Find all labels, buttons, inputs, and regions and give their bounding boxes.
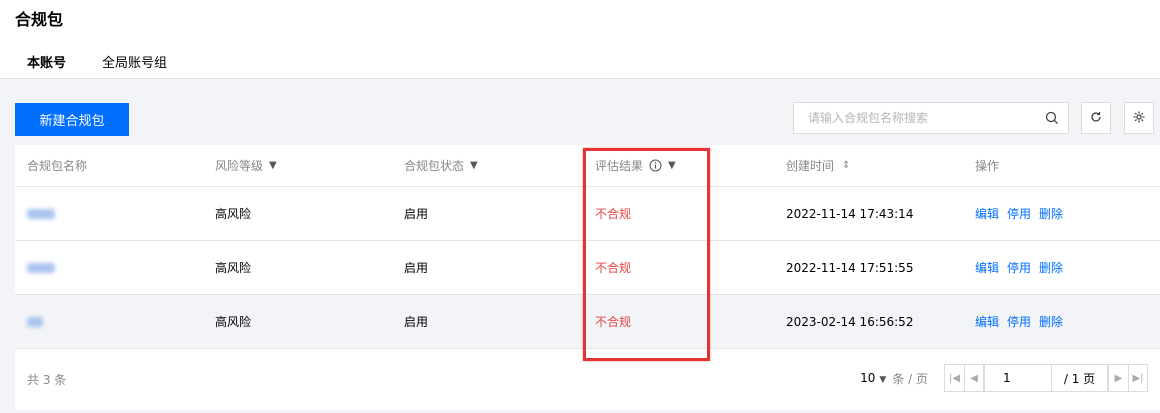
- filter-icon[interactable]: ▼: [269, 160, 277, 171]
- table-row: 高风险 启用 不合规 2022-11-14 17:43:14 编辑 停用 删除: [15, 187, 1160, 241]
- table-row: 高风险 启用 不合规 2023-02-14 16:56:52 编辑 停用 删除: [15, 295, 1160, 349]
- chevron-down-icon: ▼: [879, 375, 887, 385]
- delete-link[interactable]: 删除: [1039, 259, 1063, 276]
- risk-level: 高风险: [215, 207, 252, 221]
- page-size-select[interactable]: 10 ▼: [860, 371, 886, 385]
- refresh-icon: [1089, 110, 1103, 127]
- evaluation-result: 不合规: [595, 261, 632, 275]
- next-page-button[interactable]: ▶: [1108, 364, 1128, 392]
- total-count: 共 3 条: [27, 372, 67, 387]
- column-header-name: 合规包名称: [27, 159, 88, 173]
- sort-icon[interactable]: ⇕: [842, 160, 850, 171]
- package-name-link[interactable]: [27, 262, 55, 273]
- package-status: 启用: [404, 207, 429, 221]
- edit-link[interactable]: 编辑: [975, 259, 999, 276]
- disable-link[interactable]: 停用: [1007, 205, 1031, 222]
- column-header-actions: 操作: [975, 159, 1000, 173]
- compliance-package-table: 合规包名称 风险等级 ▼ 合规包状态 ▼ 评估结果 ▼ 创建时间 ⇕ 操作 高风险 启…: [15, 145, 1160, 410]
- page-title: 合规包: [15, 10, 64, 29]
- refresh-button[interactable]: [1081, 102, 1111, 134]
- risk-level: 高风险: [215, 261, 252, 275]
- first-page-button[interactable]: |◀: [944, 364, 964, 392]
- column-header-risk: 风险等级 ▼: [215, 159, 277, 173]
- edit-link[interactable]: 编辑: [975, 313, 999, 330]
- prev-page-button[interactable]: ◀: [964, 364, 984, 392]
- search-box: [793, 102, 1069, 134]
- search-input[interactable]: [794, 111, 1036, 125]
- per-page-label: 条 / 页: [892, 371, 928, 386]
- delete-link[interactable]: 删除: [1039, 313, 1063, 330]
- pagination: 10 ▼ 条 / 页 |◀ ◀ 1 / 1 页 ▶ ▶|: [860, 364, 1148, 392]
- settings-button[interactable]: [1124, 102, 1154, 134]
- column-header-result: 评估结果 ▼: [595, 159, 676, 173]
- created-time: 2022-11-14 17:51:55: [786, 260, 914, 275]
- package-status: 启用: [404, 261, 429, 275]
- evaluation-result: 不合规: [595, 207, 632, 221]
- table-row: 高风险 启用 不合规 2022-11-14 17:51:55 编辑 停用 删除: [15, 241, 1160, 295]
- evaluation-result: 不合规: [595, 315, 632, 329]
- filter-icon[interactable]: ▼: [470, 160, 478, 171]
- last-page-button[interactable]: ▶|: [1128, 364, 1148, 392]
- edit-link[interactable]: 编辑: [975, 205, 999, 222]
- created-time: 2022-11-14 17:43:14: [786, 206, 914, 221]
- tab-global-account-group[interactable]: 全局账号组: [90, 52, 179, 81]
- package-name-link[interactable]: [27, 208, 55, 219]
- tab-this-account[interactable]: 本账号: [15, 52, 79, 81]
- gear-icon: [1132, 110, 1146, 127]
- create-package-button[interactable]: 新建合规包: [15, 103, 129, 136]
- column-header-created: 创建时间 ⇕: [786, 159, 851, 173]
- created-time: 2023-02-14 16:56:52: [786, 314, 914, 329]
- disable-link[interactable]: 停用: [1007, 259, 1031, 276]
- table-footer: 共 3 条 10 ▼ 条 / 页 |◀ ◀ 1 / 1 页 ▶ ▶|: [15, 350, 1160, 408]
- search-icon[interactable]: [1036, 103, 1068, 133]
- page-number-input[interactable]: 1: [984, 364, 1052, 392]
- risk-level: 高风险: [215, 315, 252, 329]
- page-total-label: / 1 页: [1052, 364, 1108, 392]
- account-tabs: 本账号 全局账号组: [15, 52, 179, 81]
- disable-link[interactable]: 停用: [1007, 313, 1031, 330]
- info-icon[interactable]: [649, 159, 662, 172]
- table-header: 合规包名称 风险等级 ▼ 合规包状态 ▼ 评估结果 ▼ 创建时间 ⇕ 操作: [15, 145, 1160, 187]
- filter-icon[interactable]: ▼: [668, 160, 676, 171]
- delete-link[interactable]: 删除: [1039, 205, 1063, 222]
- package-status: 启用: [404, 315, 429, 329]
- package-name-link[interactable]: [27, 316, 43, 327]
- column-header-status: 合规包状态 ▼: [404, 159, 478, 173]
